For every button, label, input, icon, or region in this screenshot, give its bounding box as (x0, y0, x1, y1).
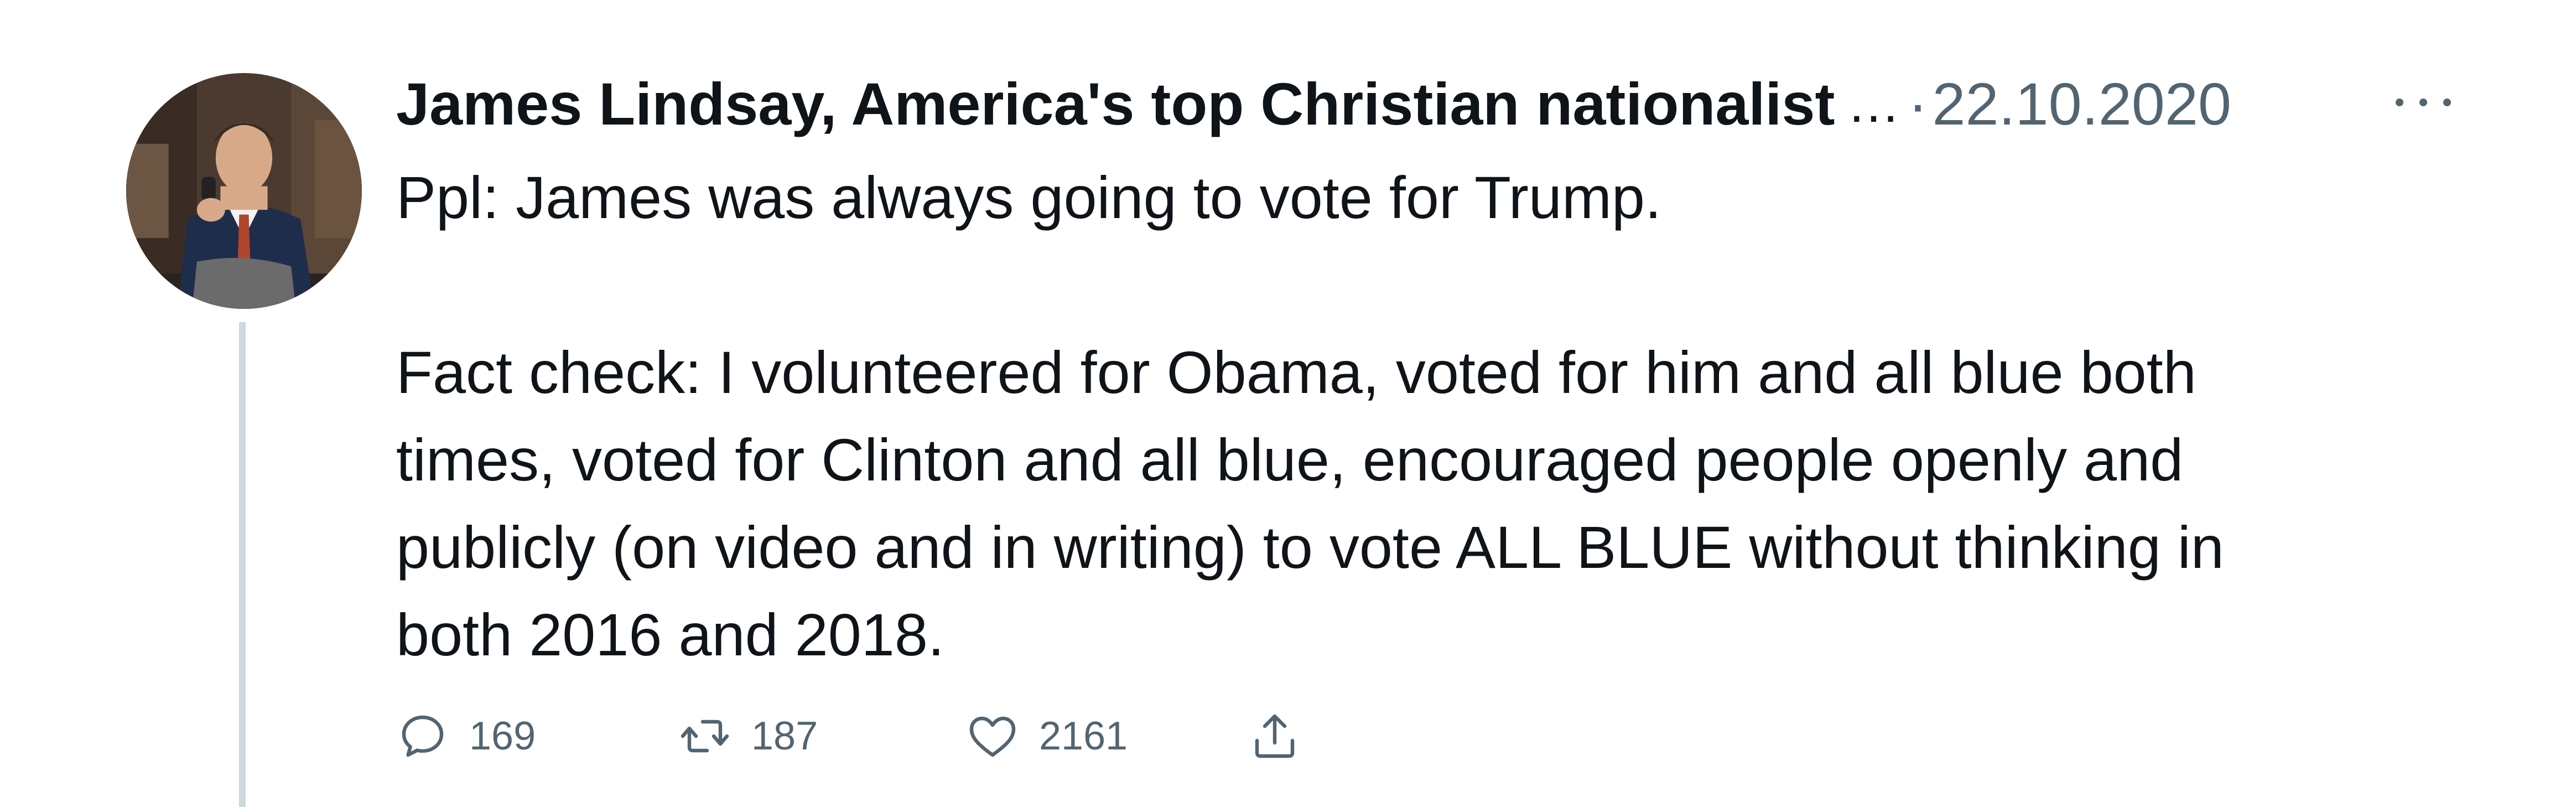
retweet-arrows-icon (681, 720, 729, 753)
retweet-count: 187 (751, 714, 818, 758)
share-upload-icon (1255, 714, 1295, 758)
tweet-text: Ppl: James was always going to vote for … (396, 154, 2443, 679)
more-dots-icon[interactable] (2396, 83, 2451, 122)
author-truncation: ... (1849, 74, 1900, 133)
tweet-date[interactable]: 22.10.2020 (1932, 65, 2231, 143)
tweet-text-line: publicly (on video and in writing) to vo… (396, 514, 2224, 581)
avatar-photo (126, 73, 362, 309)
tweet-text-line: Fact check: I volunteered for Obama, vot… (396, 339, 2196, 406)
retweet-button[interactable]: 187 (678, 703, 818, 769)
tweet-text-line-break (396, 241, 2443, 329)
thread-line (239, 322, 246, 807)
tweet-header: James Lindsay, America's top Christian n… (396, 65, 2231, 143)
tweet-actions: 169 187 2161 (396, 703, 1503, 769)
share-button[interactable] (1248, 703, 1301, 769)
tweet[interactable]: James Lindsay, America's top Christian n… (0, 0, 2576, 807)
separator-dot: · (1908, 70, 1928, 137)
more-dot (2443, 99, 2451, 106)
reply-button[interactable]: 169 (396, 703, 536, 769)
more-dot (2396, 99, 2403, 106)
like-count: 2161 (1039, 714, 1128, 758)
author-name[interactable]: James Lindsay, America's top Christian n… (396, 65, 1835, 143)
reply-count: 169 (469, 714, 536, 758)
tweet-text-line: both 2016 and 2018. (396, 601, 944, 668)
tweet-text-line: times, voted for Clinton and all blue, e… (396, 426, 2184, 493)
avatar[interactable] (126, 73, 362, 309)
tweet-text-line: Ppl: James was always going to vote for … (396, 164, 1661, 231)
more-dot (2419, 99, 2427, 106)
reply-bubble-icon (402, 715, 444, 757)
like-button[interactable]: 2161 (966, 703, 1128, 769)
heart-icon (969, 716, 1016, 757)
